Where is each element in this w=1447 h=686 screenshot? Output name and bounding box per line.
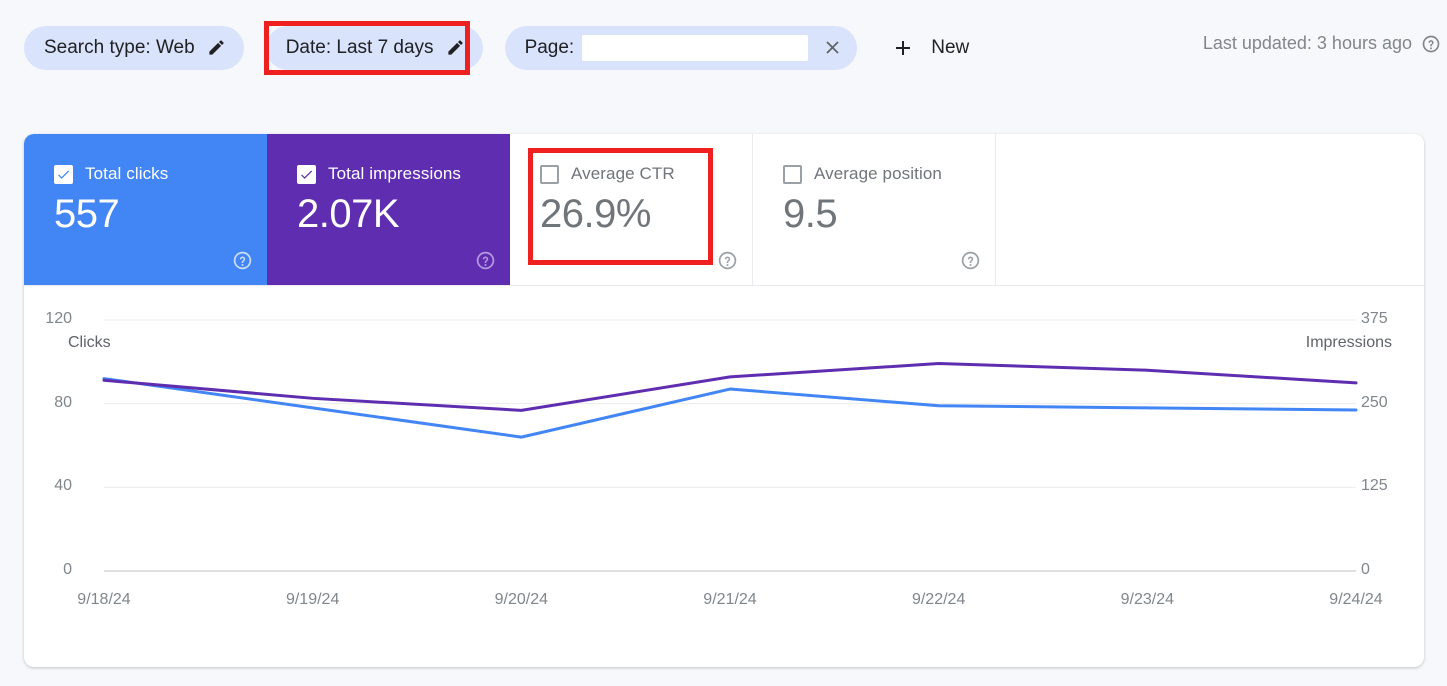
metric-label: Total impressions: [328, 164, 462, 183]
filter-chip-date[interactable]: Date: Last 7 days: [265, 25, 483, 70]
filter-chip-date-label: Date: Last 7 days: [285, 36, 434, 58]
chart-line-clicks: [102, 377, 1358, 439]
performance-chart: Clicks Impressions 120 80 40 0 375 250 125 0 9…: [24, 286, 1424, 667]
y-tick-right: 0: [1361, 561, 1370, 578]
metric-head: Total impressions: [297, 164, 510, 184]
filter-chip-search-type[interactable]: Search type: Web: [24, 25, 244, 70]
metric-value: 9.5: [783, 192, 838, 236]
y-tick-right: 125: [1361, 477, 1388, 495]
search-console-performance-page: Search type: Web Date: Last 7 days Page:…: [0, 0, 1447, 686]
new-filter-button[interactable]: New: [883, 28, 977, 68]
filter-chip-page-label: Page:: [524, 36, 575, 58]
new-filter-label: New: [931, 36, 970, 58]
checkbox-unchecked-icon[interactable]: [540, 164, 559, 184]
metric-tile-average-position[interactable]: Average position 9.5: [753, 134, 996, 285]
metric-tiles: Total clicks 557 Total impressions 2.07K: [24, 134, 1424, 286]
x-tick-label: 9/20/24: [494, 591, 549, 608]
y-tick-left: 40: [54, 477, 72, 495]
help-icon[interactable]: [717, 250, 738, 271]
x-tick-label: 9/19/24: [285, 591, 340, 608]
plus-icon: [891, 36, 915, 60]
x-tick-label: 9/24/24: [1329, 591, 1383, 608]
metric-tile-total-clicks[interactable]: Total clicks 557: [24, 134, 267, 285]
y-tick-left: 80: [54, 393, 72, 411]
chart-series: [102, 362, 1358, 439]
metric-value: 2.07K: [297, 192, 400, 236]
y-tick-left: 0: [63, 561, 72, 578]
close-icon[interactable]: [822, 37, 843, 58]
metric-head: Average position: [783, 164, 995, 184]
metric-head: Average CTR: [540, 164, 752, 184]
x-tick-label: 9/18/24: [77, 591, 131, 608]
checkbox-checked-icon[interactable]: [54, 164, 73, 184]
metric-label: Total clicks: [85, 164, 169, 183]
filter-chip-page[interactable]: Page:: [504, 25, 858, 70]
metric-label: Average CTR: [571, 164, 675, 183]
x-tick-label: 9/22/24: [911, 591, 966, 608]
filter-chip-search-type-label: Search type: Web: [44, 36, 195, 58]
x-tick-label: 9/21/24: [703, 591, 757, 608]
metric-tiles-filler: [996, 134, 1424, 285]
pencil-icon: [446, 38, 465, 57]
performance-panel: Total clicks 557 Total impressions 2.07K: [24, 134, 1424, 667]
metric-tile-average-ctr[interactable]: Average CTR 26.9%: [510, 134, 753, 285]
filter-bar: Search type: Web Date: Last 7 days Page:…: [0, 0, 1447, 95]
x-tick-label: 9/23/24: [1120, 591, 1175, 608]
metric-tile-total-impressions[interactable]: Total impressions 2.07K: [267, 134, 510, 285]
help-icon[interactable]: [232, 250, 253, 271]
chart-gridlines: [104, 319, 1356, 572]
pencil-icon: [207, 38, 226, 57]
metric-value: 26.9%: [540, 192, 651, 236]
y-tick-right: 250: [1361, 393, 1388, 411]
help-icon[interactable]: [475, 250, 496, 271]
page-filter-input[interactable]: [582, 34, 809, 61]
last-updated-text: Last updated: 3 hours ago: [1202, 33, 1412, 53]
checkbox-unchecked-icon[interactable]: [783, 164, 802, 184]
metric-value: 557: [54, 192, 120, 236]
y-tick-right: 375: [1361, 310, 1388, 327]
help-icon[interactable]: [1421, 34, 1441, 54]
metric-head: Total clicks: [54, 164, 267, 184]
last-updated: Last updated: 3 hours ago: [1203, 33, 1441, 54]
checkbox-checked-icon[interactable]: [297, 164, 316, 184]
help-icon[interactable]: [960, 250, 981, 271]
chart-svg: [102, 319, 1358, 572]
metric-label: Average position: [814, 164, 942, 183]
y-tick-left: 120: [45, 310, 72, 327]
